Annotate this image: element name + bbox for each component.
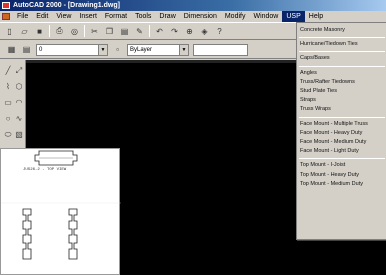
menu-view[interactable]: View: [52, 11, 75, 22]
menu-item-face-mount-multiple-truss[interactable]: Face Mount - Multiple Truss: [297, 120, 386, 129]
linetype-value: ByLayer: [130, 46, 153, 53]
menu-separator: [299, 51, 385, 53]
menu-tools[interactable]: Tools: [131, 11, 155, 22]
menu-item-face-mount-heavy-duty[interactable]: Face Mount - Heavy Duty: [297, 129, 386, 138]
menu-item-angles[interactable]: Angles: [297, 69, 386, 78]
menu-item-stud-plate-ties[interactable]: Stud Plate Ties: [297, 87, 386, 96]
menu-dimension[interactable]: Dimension: [180, 11, 221, 22]
layer-value: 0: [39, 46, 43, 53]
menu-window[interactable]: Window: [249, 11, 282, 22]
color-swatch-icon[interactable]: ▫: [112, 44, 123, 55]
open-icon[interactable]: ▱: [19, 26, 30, 37]
cut-icon[interactable]: ✂: [89, 26, 100, 37]
zoom-icon[interactable]: ⊕: [184, 26, 195, 37]
menu-insert[interactable]: Insert: [75, 11, 101, 22]
circle-icon[interactable]: ○: [3, 114, 13, 124]
make-layer-current-icon[interactable]: ▦: [6, 44, 17, 55]
polyline-icon[interactable]: ⌇: [3, 82, 13, 92]
menu-separator: [299, 116, 385, 118]
menu-item-top-mount-medium-duty[interactable]: Top Mount - Medium Duty: [297, 180, 386, 189]
menu-item-top-mount-heavy-duty[interactable]: Top Mount - Heavy Duty: [297, 171, 386, 180]
block-icon[interactable]: ▧: [14, 130, 24, 140]
menu-modify[interactable]: Modify: [221, 11, 250, 22]
menu-bar: File Edit View Insert Format Tools Draw …: [0, 11, 386, 22]
menu-separator: [299, 158, 385, 160]
menu-help[interactable]: Help: [305, 11, 327, 22]
menu-usp[interactable]: USP: [282, 11, 305, 22]
menu-edit[interactable]: Edit: [32, 11, 52, 22]
chevron-down-icon[interactable]: ▼: [98, 44, 107, 55]
menu-item-concrete-masonry[interactable]: Concrete Masonry: [297, 26, 386, 35]
usp-dropdown-menu: Concrete Masonry Hurricane/Tiedown Ties …: [296, 22, 386, 240]
menu-file[interactable]: File: [13, 11, 32, 22]
detail-drawing-preview: JUS26-2 - TOP VIEW: [0, 148, 121, 275]
menu-item-caps-bases[interactable]: Caps/Bases: [297, 54, 386, 63]
menu-separator: [299, 37, 385, 39]
document-icon[interactable]: [2, 13, 10, 20]
right-profile-outline: [68, 208, 78, 260]
toolbar-separator: [49, 25, 50, 37]
new-icon[interactable]: ▯: [4, 26, 15, 37]
menu-item-truss-wraps[interactable]: Truss Wraps: [297, 105, 386, 114]
ellipse-icon[interactable]: ⬭: [3, 130, 13, 140]
title-bar: AutoCAD 2000 - [Drawing1.dwg]: [0, 0, 386, 11]
arc-icon[interactable]: ◠: [14, 98, 24, 108]
print-icon[interactable]: ⎙: [54, 26, 65, 37]
undo-icon[interactable]: ↶: [154, 26, 165, 37]
construction-line-icon[interactable]: ⤢: [14, 66, 24, 76]
menu-format[interactable]: Format: [101, 11, 131, 22]
match-properties-icon[interactable]: ✎: [134, 26, 145, 37]
drawing-caption: JUS26-2 - TOP VIEW: [23, 168, 67, 172]
spline-icon[interactable]: ∿: [14, 114, 24, 124]
menu-item-truss-rafter-tiedowns[interactable]: Truss/Rafter Tiedowns: [297, 78, 386, 87]
autocad-app-icon: [2, 2, 10, 9]
linetype-combo[interactable]: ByLayer ▼: [127, 43, 189, 56]
lineweight-combo[interactable]: [193, 43, 248, 56]
layer-combo[interactable]: 0 ▼: [36, 43, 108, 56]
preview-icon[interactable]: ◎: [69, 26, 80, 37]
menu-item-straps[interactable]: Straps: [297, 96, 386, 105]
menu-separator: [299, 65, 385, 67]
toolbar-separator: [149, 25, 150, 37]
osnap-icon[interactable]: ◈: [199, 26, 210, 37]
menu-item-face-mount-medium-duty[interactable]: Face Mount - Medium Duty: [297, 138, 386, 147]
line-icon[interactable]: ╱: [3, 66, 13, 76]
copy-icon[interactable]: ❐: [104, 26, 115, 37]
layers-icon[interactable]: ▤: [21, 44, 32, 55]
menu-draw[interactable]: Draw: [155, 11, 179, 22]
help-icon[interactable]: ?: [214, 26, 225, 37]
autocad-window: AutoCAD 2000 - [Drawing1.dwg] File Edit …: [0, 0, 386, 275]
chevron-down-icon[interactable]: ▼: [179, 44, 188, 55]
menu-item-face-mount-light-duty[interactable]: Face Mount - Light Duty: [297, 147, 386, 156]
left-profile-outline: [22, 208, 32, 260]
window-title: AutoCAD 2000 - [Drawing1.dwg]: [13, 2, 120, 9]
rectangle-icon[interactable]: ▭: [3, 98, 13, 108]
paste-icon[interactable]: ▤: [119, 26, 130, 37]
toolbar-separator: [84, 25, 85, 37]
menu-item-hurricane-ties[interactable]: Hurricane/Tiedown Ties: [297, 40, 386, 49]
polygon-icon[interactable]: ⬡: [14, 82, 24, 92]
redo-icon[interactable]: ↷: [169, 26, 180, 37]
menu-item-top-mount-i-joist[interactable]: Top Mount - I-Joist: [297, 161, 386, 170]
save-icon[interactable]: ■: [34, 26, 45, 37]
